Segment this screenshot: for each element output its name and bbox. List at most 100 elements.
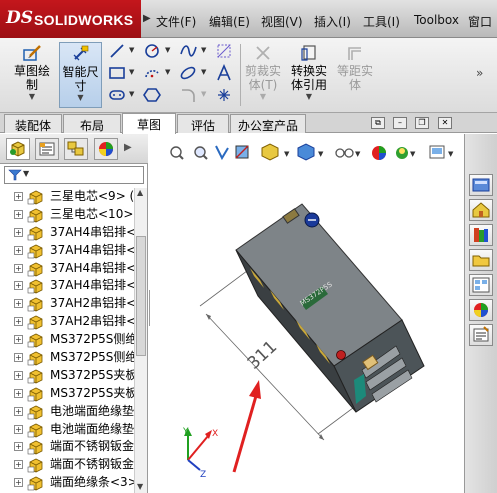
view-orientation-icon[interactable] bbox=[261, 143, 279, 161]
expand-icon[interactable]: + bbox=[14, 245, 23, 255]
tree-item[interactable]: + MS372P5S夹板 bbox=[0, 367, 134, 385]
edit-appearance-icon[interactable] bbox=[372, 146, 386, 160]
slot-icon[interactable] bbox=[108, 86, 126, 104]
tab-layout[interactable]: 布局 bbox=[63, 114, 121, 133]
menu-edit[interactable]: 编辑(E) bbox=[209, 13, 250, 30]
menu-insert[interactable]: 插入(I) bbox=[314, 13, 351, 30]
sketch-dropdown-icon[interactable]: ▼ bbox=[6, 92, 58, 102]
spline-dropdown-icon[interactable]: ▼ bbox=[201, 46, 206, 54]
tree-item[interactable]: +37AH2串铝排< bbox=[0, 313, 134, 331]
solidworks-resources-button[interactable] bbox=[469, 174, 493, 196]
text-icon[interactable] bbox=[215, 64, 233, 82]
expand-icon[interactable]: + bbox=[14, 353, 23, 363]
view-settings-icon[interactable] bbox=[429, 145, 445, 159]
arc-icon[interactable] bbox=[143, 64, 161, 82]
expand-icon[interactable]: + bbox=[14, 388, 23, 398]
zoom-area-icon[interactable] bbox=[194, 146, 208, 160]
expand-icon[interactable]: + bbox=[14, 209, 23, 219]
apply-scene-dropdown-icon[interactable]: ▼ bbox=[410, 150, 416, 158]
tree-scrollbar[interactable]: ▲ ▼ bbox=[134, 188, 147, 493]
tile-icon[interactable]: ⧉ bbox=[371, 117, 385, 129]
panel-tabs-more-icon[interactable]: ▶ bbox=[124, 142, 132, 153]
tree-filter[interactable]: ▼ bbox=[4, 166, 144, 184]
design-library-button[interactable] bbox=[469, 224, 493, 246]
menu-window[interactable]: 窗口 bbox=[468, 13, 492, 30]
section-view-icon[interactable] bbox=[235, 145, 249, 159]
menu-tools[interactable]: 工具(I) bbox=[363, 13, 400, 30]
graphics-area[interactable]: ▼ ▼ ▼ ▼ ▼ 311 MS372P5S Y X Z bbox=[150, 134, 464, 493]
sketch-button[interactable]: 草图绘 制 ▼ bbox=[6, 42, 58, 108]
line-dropdown-icon[interactable]: ▼ bbox=[129, 46, 134, 54]
view-orientation-dropdown-icon[interactable]: ▼ bbox=[284, 150, 290, 158]
menu-file[interactable]: 文件(F) bbox=[156, 13, 196, 30]
line-icon[interactable] bbox=[108, 42, 126, 60]
file-explorer-button[interactable] bbox=[469, 249, 493, 271]
expand-icon[interactable]: + bbox=[14, 299, 23, 309]
scrollbar-thumb[interactable] bbox=[136, 236, 146, 356]
tree-item[interactable]: + MS372P5S夹板 bbox=[0, 385, 134, 403]
arc-dropdown-icon[interactable]: ▼ bbox=[165, 68, 170, 76]
rectangle-icon[interactable] bbox=[108, 64, 126, 82]
convert-entities-button[interactable]: 转换实 体引用 ▼ bbox=[287, 42, 331, 108]
configuration-manager-tab[interactable] bbox=[64, 138, 88, 160]
tree-item[interactable]: + MS372P5S侧绝 bbox=[0, 331, 134, 349]
filter-dropdown-icon[interactable]: ▼ bbox=[23, 169, 29, 178]
tree-item[interactable]: +37AH4串铝排< bbox=[0, 260, 134, 278]
circle-icon[interactable] bbox=[143, 42, 161, 60]
expand-icon[interactable]: + bbox=[14, 460, 23, 470]
smart-dimension-dropdown-icon[interactable]: ▼ bbox=[60, 93, 101, 103]
tree-item[interactable]: + 端面绝缘条<3> bbox=[0, 474, 134, 492]
spline-icon[interactable] bbox=[179, 42, 197, 60]
scroll-up-icon[interactable]: ▲ bbox=[137, 188, 143, 197]
offset-entities-button[interactable]: 等距实 体 bbox=[333, 42, 377, 108]
property-manager-tab[interactable] bbox=[35, 138, 59, 160]
expand-icon[interactable]: + bbox=[14, 478, 23, 488]
close-icon[interactable]: ✕ bbox=[438, 117, 452, 129]
battery-pack-model[interactable]: MS372P5S bbox=[235, 203, 425, 413]
ellipse-icon[interactable] bbox=[179, 64, 197, 82]
scroll-down-icon[interactable]: ▼ bbox=[137, 482, 143, 491]
tree-item[interactable]: + 端面不锈钢钣金 bbox=[0, 438, 134, 456]
expand-icon[interactable]: + bbox=[14, 406, 23, 416]
minimize-icon[interactable]: – bbox=[393, 117, 407, 129]
expand-icon[interactable]: + bbox=[14, 227, 23, 237]
tab-assembly[interactable]: 装配体 bbox=[4, 114, 62, 133]
ribbon-more-icon[interactable]: » bbox=[476, 66, 483, 80]
restore-icon[interactable]: ❐ bbox=[415, 117, 429, 129]
expand-icon[interactable]: + bbox=[14, 335, 23, 345]
hide-show-dropdown-icon[interactable]: ▼ bbox=[355, 150, 361, 158]
display-style-dropdown-icon[interactable]: ▼ bbox=[318, 150, 324, 158]
expand-icon[interactable]: + bbox=[14, 370, 23, 380]
hide-show-items-icon[interactable] bbox=[335, 148, 354, 158]
expand-icon[interactable]: + bbox=[14, 192, 23, 201]
tree-item[interactable]: + 三星电芯<9> ( bbox=[0, 188, 134, 206]
tree-item[interactable]: + 电池端面绝缘垫 bbox=[0, 421, 134, 439]
tab-office-products[interactable]: 办公室产品 bbox=[230, 114, 306, 133]
tree-item[interactable]: + 电池端面绝缘垫 bbox=[0, 403, 134, 421]
tab-sketch[interactable]: 草图 bbox=[122, 113, 176, 134]
solidworks-logo[interactable]: DS SOLIDWORKS bbox=[0, 0, 141, 38]
zoom-to-fit-icon[interactable] bbox=[170, 146, 184, 160]
rectangle-dropdown-icon[interactable]: ▼ bbox=[129, 68, 134, 76]
construction-geometry-icon[interactable] bbox=[215, 42, 233, 60]
tree-item[interactable]: +37AH4串铝排< bbox=[0, 224, 134, 242]
expand-icon[interactable]: + bbox=[14, 317, 23, 327]
ellipse-dropdown-icon[interactable]: ▼ bbox=[201, 68, 206, 76]
custom-properties-button[interactable] bbox=[469, 324, 493, 346]
expand-icon[interactable]: + bbox=[14, 442, 23, 452]
tree-item[interactable]: +37AH4串铝排< bbox=[0, 242, 134, 260]
tree-item[interactable]: + 端面不锈钢钣金 bbox=[0, 456, 134, 474]
previous-view-icon[interactable] bbox=[215, 145, 229, 161]
expand-icon[interactable]: + bbox=[14, 424, 23, 434]
trim-entities-button[interactable]: 剪裁实 体(T) ▼ bbox=[242, 42, 284, 108]
menu-view[interactable]: 视图(V) bbox=[261, 13, 303, 30]
circle-dropdown-icon[interactable]: ▼ bbox=[165, 46, 170, 54]
expand-icon[interactable]: + bbox=[14, 263, 23, 273]
polygon-icon[interactable] bbox=[143, 86, 161, 104]
home-button[interactable] bbox=[469, 199, 493, 221]
tab-evaluate[interactable]: 评估 bbox=[177, 114, 229, 133]
tree-item[interactable]: + MS372P5S侧绝 bbox=[0, 349, 134, 367]
tree-item[interactable]: +37AH4串铝排< bbox=[0, 277, 134, 295]
appearances-button[interactable] bbox=[469, 299, 493, 321]
smart-dimension-button[interactable]: 智能尺 寸 ▼ bbox=[59, 42, 102, 108]
